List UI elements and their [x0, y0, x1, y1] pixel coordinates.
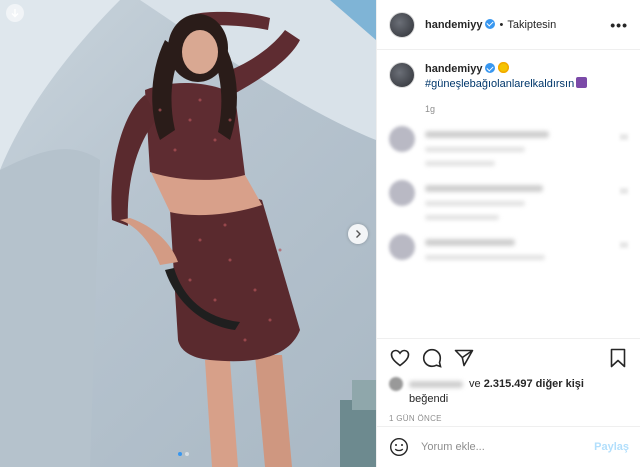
liker-avatar[interactable]: [389, 377, 403, 391]
more-options-icon[interactable]: •••: [610, 17, 628, 33]
action-icons: [389, 347, 629, 369]
like-button[interactable]: [389, 347, 411, 369]
sun-emoji-icon: [498, 62, 510, 73]
comments-list: [377, 114, 640, 260]
liker-name-blurred[interactable]: [409, 380, 463, 388]
caption-body: handemiyy #güneşlebağıolanlarelkaldırsın: [425, 62, 588, 92]
raised-hand-emoji-icon: [576, 77, 588, 88]
chevron-right-icon: [356, 230, 361, 238]
likes-summary: ve 2.315.497 diğer kişi: [389, 377, 629, 391]
photo-scene: [0, 0, 376, 467]
back-arrow-button[interactable]: [6, 4, 24, 22]
post-age: 1 GÜN ÖNCE: [389, 414, 442, 423]
comment-body: [425, 234, 620, 260]
comment-avatar[interactable]: [389, 126, 415, 152]
liked-word: beğendi: [409, 393, 449, 405]
carousel-dot-2: [185, 452, 189, 456]
verified-badge-icon: [485, 18, 496, 29]
post-photo[interactable]: [0, 0, 376, 467]
comment-meta-blurred: [425, 255, 545, 260]
post-details-panel: handemiyy • Takiptesin ••• handemiyy #gü…: [376, 0, 640, 467]
save-button[interactable]: [607, 347, 629, 369]
author-username[interactable]: handemiyy: [425, 18, 496, 31]
comment-body: [425, 126, 620, 166]
header-separator: •: [499, 18, 504, 31]
author-avatar[interactable]: [389, 11, 415, 38]
share-icon: [454, 349, 474, 367]
comment-text-blurred: [425, 131, 549, 138]
comment-body: [425, 180, 620, 220]
caption-verified-badge-icon: [485, 63, 496, 73]
likes-count[interactable]: 2.315.497 diğer kişi: [484, 378, 584, 390]
follow-status[interactable]: Takiptesin: [507, 19, 556, 31]
comment-like-icon[interactable]: [620, 188, 628, 194]
share-button[interactable]: [453, 347, 475, 369]
post-header: handemiyy • Takiptesin •••: [377, 0, 640, 50]
post-actions: ve 2.315.497 diğer kişi beğendi 1 GÜN ÖN…: [377, 338, 640, 423]
comment-text-blurred: [425, 185, 543, 192]
bookmark-icon: [610, 348, 626, 368]
back-arrow-icon: [11, 9, 19, 18]
carousel-indicator: [178, 452, 189, 456]
comment-composer: Paylaş: [377, 426, 640, 467]
author-username-text: handemiyy: [425, 18, 483, 31]
comment-item: [389, 180, 628, 220]
comment-text-blurred: [425, 239, 515, 246]
comment-meta-blurred: [425, 147, 525, 152]
post-comment-button[interactable]: Paylaş: [594, 441, 629, 453]
post-modal: handemiyy • Takiptesin ••• handemiyy #gü…: [0, 0, 640, 467]
caption-username[interactable]: handemiyy: [425, 63, 482, 75]
carousel-next-button[interactable]: [348, 224, 368, 244]
comment-avatar[interactable]: [389, 234, 415, 260]
comment-input[interactable]: [421, 441, 595, 453]
caption-hashtag[interactable]: #güneşlebağıolanlarelkaldırsın: [425, 78, 574, 90]
post-caption: handemiyy #güneşlebağıolanlarelkaldırsın: [377, 50, 640, 92]
comment-meta-blurred: [425, 201, 525, 206]
comment-button[interactable]: [421, 347, 443, 369]
comment-item: [389, 126, 628, 166]
comment-avatar[interactable]: [389, 180, 415, 206]
carousel-dot-1: [178, 452, 182, 456]
comment-like-icon[interactable]: [620, 242, 628, 248]
comment-reply-blurred: [425, 215, 499, 220]
emoji-icon[interactable]: [389, 437, 409, 457]
comment-reply-blurred: [425, 161, 495, 166]
likes-prefix: ve: [469, 378, 481, 390]
comment-like-icon[interactable]: [620, 134, 628, 140]
comment-icon: [422, 348, 442, 368]
caption-timestamp: 1g: [425, 104, 436, 114]
comment-item: [389, 234, 628, 260]
caption-avatar[interactable]: [389, 62, 415, 88]
heart-icon: [390, 349, 410, 367]
